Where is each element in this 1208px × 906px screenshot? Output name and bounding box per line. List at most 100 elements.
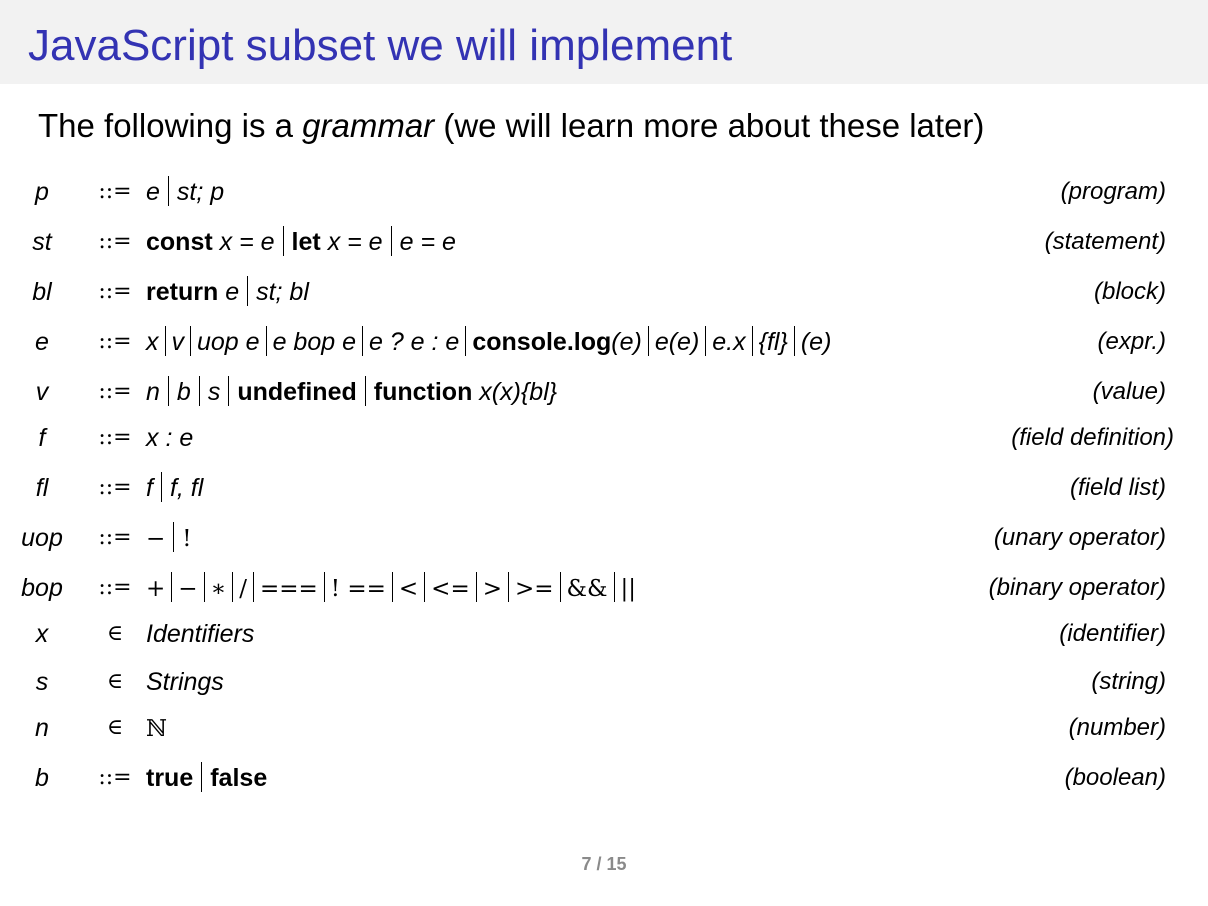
alt: <	[398, 576, 419, 602]
keyword: undefined	[237, 378, 357, 406]
alt: x : e	[146, 424, 194, 452]
nonterminal: uop	[21, 524, 63, 552]
grammar-row-boolean: b ::= true false (boolean)	[0, 758, 1208, 798]
alt-separator	[559, 572, 561, 602]
alt-separator	[164, 326, 166, 356]
alt-separator	[265, 326, 267, 356]
alt: b	[176, 378, 191, 406]
alt-separator	[201, 762, 203, 792]
keyword: console.log	[472, 328, 612, 356]
grammar-row-value: v ::= n b s undefined function x(x){bl} (val…	[0, 372, 1208, 412]
alt: {fl}	[758, 328, 788, 356]
alt: >	[482, 576, 502, 602]
alt: −	[146, 526, 166, 552]
alt-separator	[203, 572, 205, 602]
production-operator: ::=	[98, 765, 132, 790]
category-label: (binary operator)	[988, 574, 1166, 601]
keyword: function	[373, 378, 473, 406]
production-operator: ::=	[98, 525, 132, 550]
nonterminal: fl	[35, 474, 49, 502]
production-operator: ::=	[98, 379, 132, 404]
alt-separator	[361, 326, 363, 356]
alt: −	[178, 576, 198, 602]
alt: ℕ	[146, 716, 168, 742]
alt: >=	[515, 576, 554, 602]
alt: !	[182, 526, 192, 552]
alt-separator	[173, 522, 175, 552]
alt: &&	[566, 576, 608, 602]
alt-separator	[647, 326, 649, 356]
grammar-row-string: s ∈ Strings (string)	[0, 662, 1208, 702]
category-label: (program)	[1060, 178, 1166, 205]
category-label: (block)	[1093, 278, 1166, 305]
nonterminal: s	[35, 668, 49, 696]
production-operator: ::=	[98, 179, 132, 204]
alt-separator	[705, 326, 707, 356]
grammar-row-block: bl ::= return e st; bl (block)	[0, 272, 1208, 312]
alt: (e)	[611, 328, 642, 356]
alt-separator	[508, 572, 509, 602]
alt-separator	[198, 376, 200, 406]
alt-separator	[613, 572, 615, 602]
production-rhs: Strings	[146, 662, 224, 702]
production-rhs: return e st; bl	[146, 272, 309, 312]
grammar-row-statement: st ::= const x = e let x = ee = e (statem…	[0, 222, 1208, 262]
alt-separator	[424, 572, 426, 602]
alt: v	[171, 328, 185, 356]
alt: e bop e	[272, 328, 356, 356]
production-operator: ::=	[98, 575, 132, 600]
grammar-row-number: n ∈ ℕ (number)	[0, 708, 1208, 748]
alt-separator	[751, 326, 753, 356]
production-rhs: Identifiers	[146, 614, 254, 654]
intro-before: The following is a	[38, 107, 303, 144]
alt: Identifiers	[146, 620, 255, 648]
grammar-row-expression: e ::= x v uop e e bop e e ? e : e console.log…	[0, 322, 1208, 362]
alt: Strings	[146, 668, 224, 696]
alt: n	[146, 378, 160, 406]
alt: e ? e : e	[368, 328, 460, 356]
production-operator: ::=	[98, 475, 132, 500]
category-label: (value)	[1092, 378, 1166, 405]
production-rhs: + − ∗ / === ! == < <= > >= && ||	[146, 568, 636, 608]
alt: e	[225, 278, 240, 306]
grammar-row-unary-operator: uop ::= −! (unary operator)	[0, 518, 1208, 558]
intro-after: (we will learn more about these later)	[434, 107, 985, 144]
alt-separator	[391, 572, 393, 602]
nonterminal: bop	[21, 574, 63, 602]
intro-emphasis: grammar	[302, 107, 435, 144]
alt: x = e	[219, 228, 275, 256]
production-rhs: e st; p	[146, 172, 224, 212]
alt-separator	[167, 376, 169, 406]
nonterminal: b	[35, 764, 49, 792]
alt: ∗	[210, 576, 227, 602]
grammar-row-field-list: fl ::= f f, fl (field list)	[0, 468, 1208, 508]
alt-separator	[228, 376, 230, 406]
slide-title-bar: JavaScript subset we will implement	[0, 0, 1208, 84]
alt-separator	[793, 326, 795, 356]
keyword: return	[146, 278, 219, 306]
nonterminal: p	[35, 178, 49, 206]
grammar-row-identifier: x ∈ Identifiers (identifier)	[0, 614, 1208, 654]
alt: x(x){bl}	[479, 378, 558, 406]
alt: x	[146, 328, 159, 356]
page-number: 7 / 15	[581, 854, 627, 874]
grammar-row-binary-operator: bop ::= + − ∗ / === ! == < <= > >= && || (binary op…	[0, 568, 1208, 608]
alt-separator	[171, 572, 173, 602]
alt-separator	[390, 226, 392, 256]
alt: f, fl	[169, 474, 204, 502]
alt: ||	[620, 576, 637, 602]
alt-separator	[190, 326, 191, 356]
production-operator: ::=	[98, 279, 132, 304]
production-operator: ::=	[98, 425, 132, 450]
alt: e.x	[712, 328, 746, 356]
category-label: (field definition)	[1011, 424, 1174, 451]
keyword: let	[291, 228, 321, 256]
membership-operator: ∈	[106, 715, 124, 740]
nonterminal: st	[32, 228, 52, 256]
category-label: (expr.)	[1097, 328, 1166, 355]
alt: ===	[259, 576, 318, 602]
category-label: (unary operator)	[993, 524, 1166, 551]
membership-operator: ∈	[106, 669, 124, 694]
nonterminal: e	[35, 328, 49, 356]
production-rhs: n b s undefined function x(x){bl}	[146, 372, 557, 412]
